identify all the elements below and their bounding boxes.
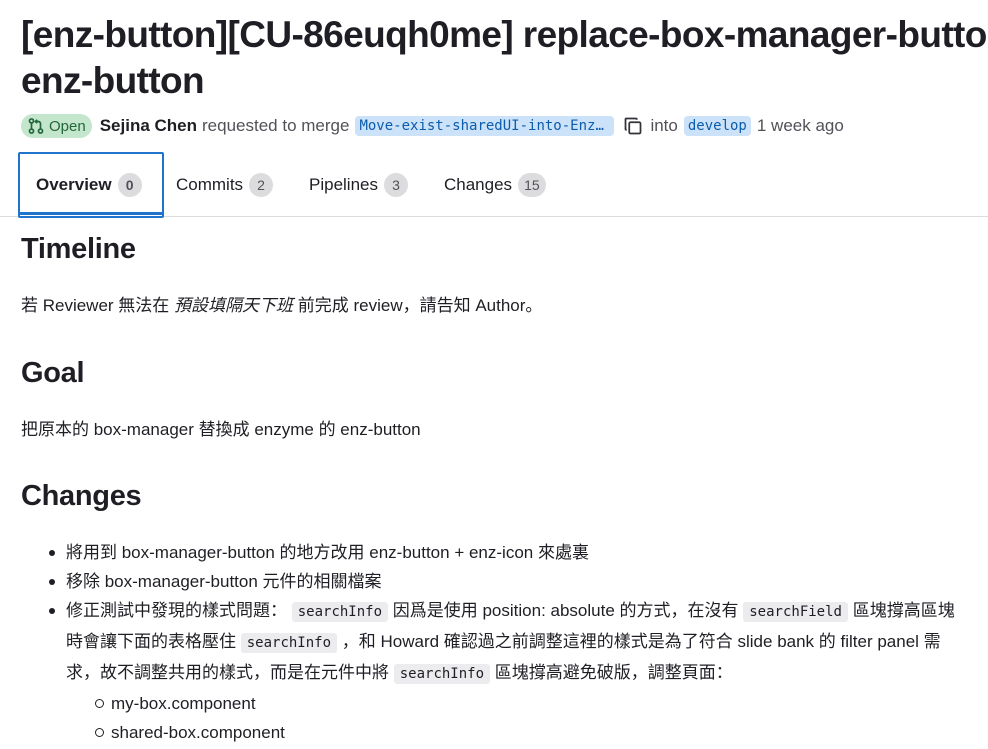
- page-title-line-2: enz-button: [21, 60, 205, 101]
- merge-request-open-icon: [28, 118, 44, 134]
- sub-list: my-box.component shared-box.component: [95, 689, 966, 747]
- status-label: Open: [49, 117, 86, 135]
- timeline-text-emphasis: 預設填隔天下班: [174, 296, 294, 315]
- list-item-text: 區塊撐高避免破版，調整頁面：: [490, 663, 733, 682]
- list-item-text: 因爲是使用 position: absolute 的方式，在沒有: [388, 601, 744, 620]
- source-branch-link[interactable]: Move-exist-sharedUI-into-Enzyme: [355, 116, 615, 136]
- requested-text: requested to merge: [202, 116, 350, 135]
- merge-request-meta: Open Sejina Chen requested to merge Move…: [21, 113, 844, 139]
- inline-code: searchInfo: [393, 664, 491, 684]
- timeline-heading: Timeline: [21, 233, 136, 265]
- changes-heading: Changes: [21, 480, 142, 512]
- copy-icon[interactable]: [622, 115, 644, 137]
- tab-commits-count: 2: [249, 172, 274, 197]
- tab-pipelines[interactable]: Pipelines 3: [309, 152, 408, 217]
- inline-code: searchInfo: [291, 602, 389, 622]
- status-badge: Open: [21, 114, 92, 138]
- sub-list-item: shared-box.component: [95, 718, 966, 747]
- list-item-text: 修正測試中發現的樣式問題：: [66, 601, 287, 620]
- tab-pipelines-label: Pipelines: [309, 174, 378, 194]
- list-item: 移除 box-manager-button 元件的相關檔案: [49, 567, 966, 596]
- target-branch-link[interactable]: develop: [683, 116, 751, 136]
- timeline-text-before: 若 Reviewer 無法在: [21, 296, 175, 315]
- goal-text: 把原本的 box-manager 替換成 enzyme 的 enz-button: [21, 420, 421, 439]
- tab-commits[interactable]: Commits 2: [176, 152, 274, 217]
- tab-overview-count: 0: [117, 172, 142, 197]
- tab-pipelines-count: 3: [384, 172, 408, 197]
- timeline-text: 若 Reviewer 無法在 預設填隔天下班 前完成 review，請告知 Au…: [21, 291, 542, 316]
- page-title-line-1: [enz-button][CU-86euqh0me] replace-box-m…: [21, 14, 988, 55]
- inline-code: searchInfo: [240, 633, 338, 653]
- author-link[interactable]: Sejina Chen: [100, 116, 197, 136]
- sub-list-item: my-box.component: [95, 689, 966, 718]
- tab-changes[interactable]: Changes 15: [444, 152, 546, 217]
- list-item: 將用到 box-manager-button 的地方改用 enz-button …: [49, 538, 966, 567]
- inline-code: searchField: [743, 602, 848, 622]
- tab-changes-count: 15: [518, 172, 546, 197]
- timeline-text-after: 前完成 review，請告知 Author。: [293, 296, 543, 315]
- page-title: [enz-button][CU-86euqh0me] replace-box-m…: [21, 12, 988, 104]
- into-text: into: [650, 116, 678, 135]
- tab-commits-label: Commits: [176, 174, 244, 194]
- goal-heading: Goal: [21, 357, 85, 389]
- created-time: 1 week ago: [756, 116, 844, 135]
- list-item: 修正測試中發現的樣式問題： searchInfo 因爲是使用 position:…: [49, 596, 966, 747]
- tab-changes-label: Changes: [444, 174, 513, 194]
- tab-overview[interactable]: Overview 0: [36, 152, 142, 217]
- tab-overview-label: Overview: [36, 174, 112, 194]
- changes-list: 將用到 box-manager-button 的地方改用 enz-button …: [49, 538, 966, 747]
- merge-request-tabs: Overview 0 Commits 2 Pipelines 3 Changes…: [0, 152, 988, 218]
